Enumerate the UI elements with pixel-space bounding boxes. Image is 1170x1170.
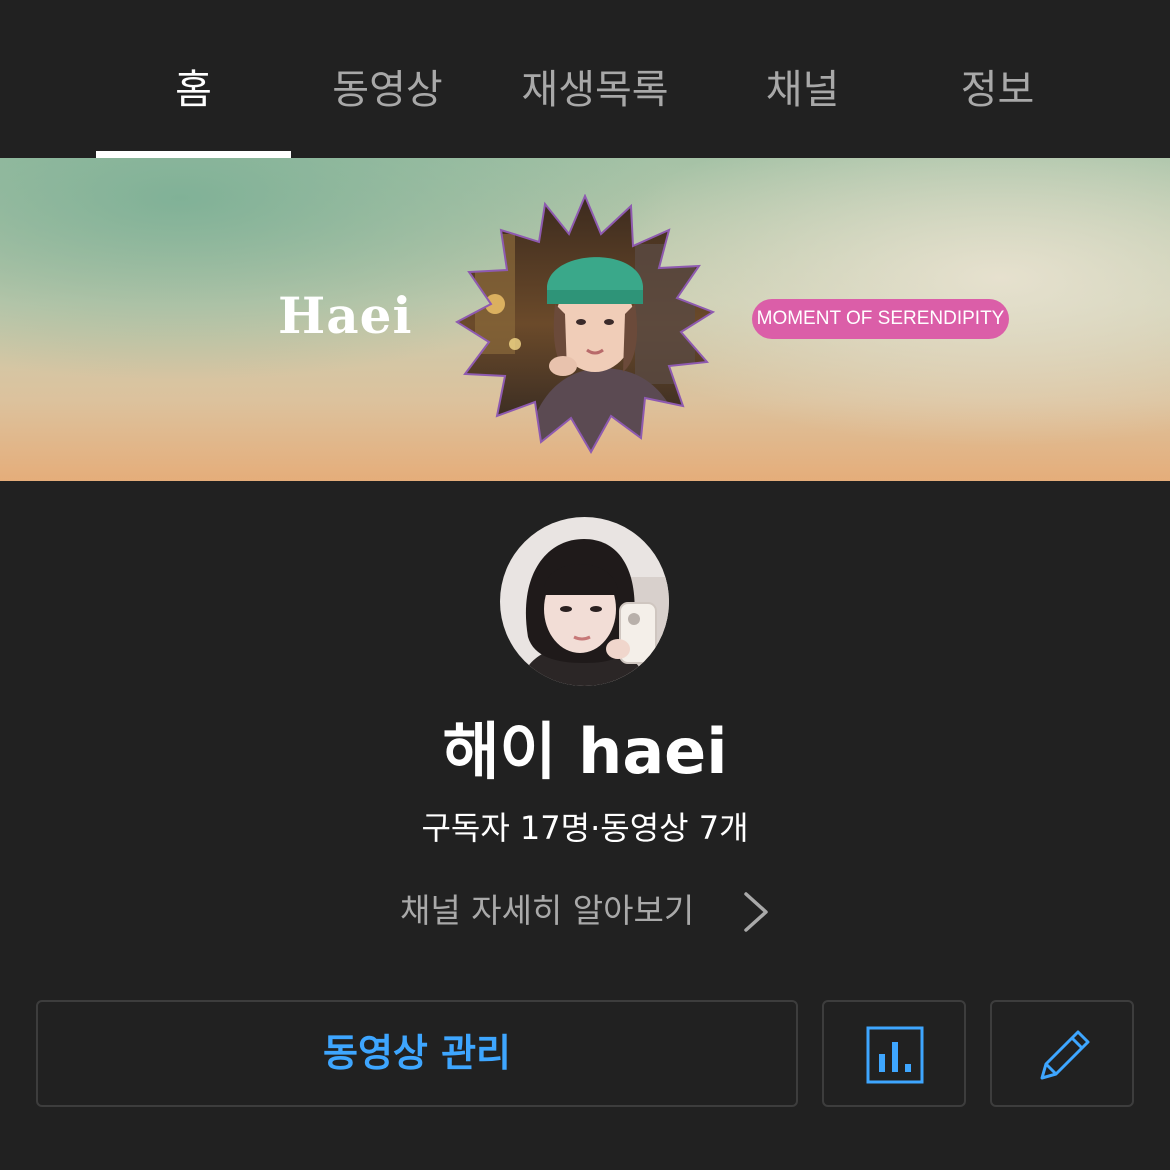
analytics-icon <box>866 1026 924 1084</box>
channel-details-label: 채널 자세히 알아보기 <box>400 891 695 930</box>
avatar-photo <box>500 517 669 686</box>
banner-title: Haei <box>278 286 413 345</box>
banner-photo-starburst <box>455 194 715 454</box>
pencil-icon <box>1040 1030 1090 1080</box>
edit-channel-button[interactable] <box>990 1000 1134 1107</box>
chevron-right-icon <box>744 892 768 932</box>
channel-avatar[interactable] <box>500 517 669 686</box>
channel-name: 해이 haei <box>442 715 728 788</box>
channel-details-link[interactable]: 채널 자세히 알아보기 <box>400 880 780 942</box>
channel-tab-bar: 홈 동영상 재생목록 채널 정보 <box>0 0 1170 158</box>
tab-home[interactable]: 홈 <box>96 60 291 120</box>
tab-playlists[interactable]: 재생목록 <box>500 60 690 120</box>
tab-channels[interactable]: 채널 <box>715 60 890 120</box>
manage-videos-button[interactable]: 동영상 관리 <box>36 1000 798 1107</box>
manage-videos-label: 동영상 관리 <box>322 1031 512 1075</box>
tab-videos[interactable]: 동영상 <box>300 60 475 120</box>
tab-about[interactable]: 정보 <box>910 60 1085 120</box>
active-tab-indicator <box>96 151 291 158</box>
banner-tagline-badge: MOMENT OF SERENDIPITY <box>752 299 1009 339</box>
analytics-button[interactable] <box>822 1000 966 1107</box>
channel-stats: 구독자 17명·동영상 7개 <box>421 809 749 847</box>
channel-banner: Haei MOMENT OF SERENDIPITY <box>0 158 1170 481</box>
